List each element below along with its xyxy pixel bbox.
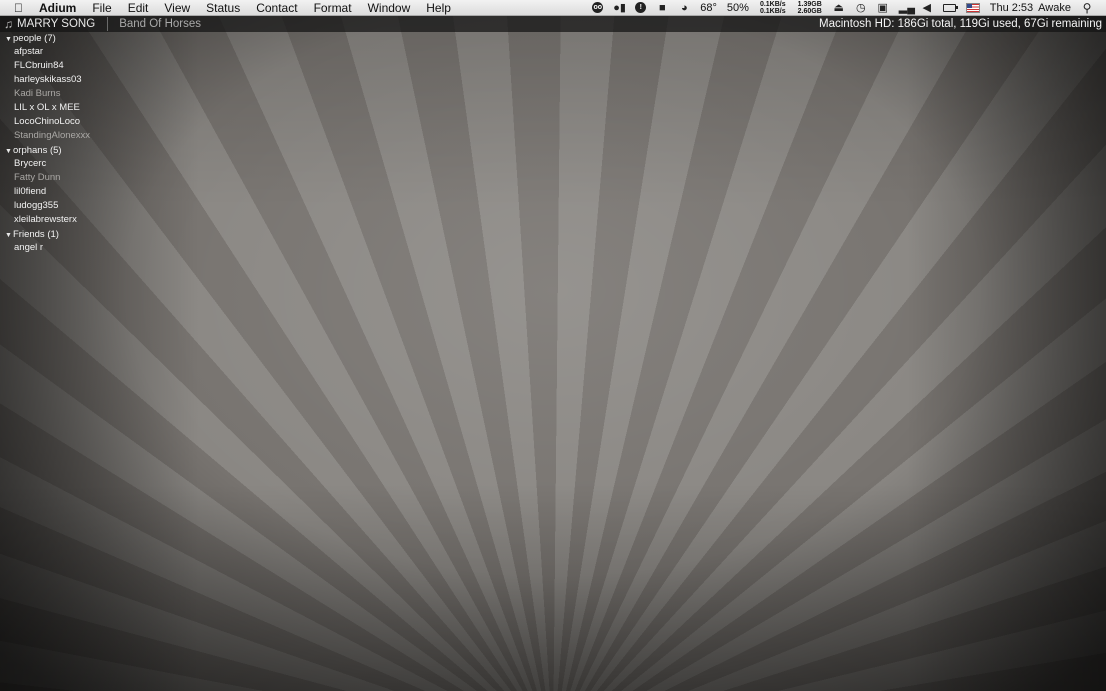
temperature-readout[interactable]: 68° (700, 0, 717, 16)
music-note-icon: ♫ (4, 17, 13, 31)
menu-status[interactable]: Status (198, 0, 248, 16)
now-playing-artist: Band Of Horses (119, 18, 202, 30)
menu-view[interactable]: View (156, 0, 198, 16)
eject-icon[interactable]: ⏏ (833, 0, 845, 16)
contact-item[interactable]: Brycerc (0, 157, 160, 171)
now-playing-divider (107, 17, 109, 31)
disclosure-triangle-icon[interactable]: ▼ (5, 33, 13, 46)
dropbox-icon[interactable]: ■ (656, 0, 668, 16)
network-download: 0.1KB/s (759, 7, 786, 15)
wifi-signal-icon[interactable]: ▂▄ (899, 0, 915, 16)
menu-window[interactable]: Window (360, 0, 419, 16)
script-menu-icon[interactable]: ▣ (877, 0, 889, 16)
contact-item[interactable]: angel r (0, 241, 160, 255)
battery-icon[interactable] (942, 0, 958, 16)
menu-help[interactable]: Help (418, 0, 459, 16)
contact-item-offline[interactable]: StandingAlonexxx (0, 129, 160, 143)
apple-menu-icon[interactable]:  (14, 0, 31, 16)
menu-format[interactable]: Format (306, 0, 360, 16)
contact-list: ▼people (7) afpstar FLCbruin84 harleyski… (0, 32, 160, 256)
disclosure-triangle-icon[interactable]: ▼ (5, 229, 13, 242)
contact-item[interactable]: afpstar (0, 45, 160, 59)
contact-item[interactable]: harleyskikass03 (0, 73, 160, 87)
alert-icon[interactable]: ! (635, 0, 647, 16)
menu-extras: oo ●▮ ! ■ ◕ 68° 50% 0.1KB/s 0.1KB/s 1.39… (587, 0, 1106, 16)
menu-bar-left:  Adium File Edit View Status Contact Fo… (0, 0, 459, 16)
cpu-readout[interactable]: 50% (727, 0, 749, 16)
time-machine-icon[interactable]: ◷ (855, 0, 867, 16)
desktop-wallpaper (0, 0, 1106, 691)
menu-bar:  Adium File Edit View Status Contact Fo… (0, 0, 1106, 16)
contact-group-friends: ▼Friends (1) angel r (0, 228, 160, 255)
disclosure-triangle-icon[interactable]: ▼ (5, 145, 13, 158)
group-header[interactable]: ▼people (7) (0, 32, 160, 45)
memory-free: 2.60GB (797, 7, 822, 15)
app-menu-adium[interactable]: Adium (31, 0, 84, 16)
contact-item[interactable]: LIL x OL x MEE (0, 101, 160, 115)
group-header[interactable]: ▼orphans (5) (0, 144, 160, 157)
spotlight-search-icon[interactable]: ⚲ (1081, 0, 1093, 16)
bluetooth-audio-icon[interactable]: ●▮ (613, 0, 626, 16)
volume-icon[interactable]: ◀ (921, 0, 933, 16)
contact-group-orphans: ▼orphans (5) Brycerc Fatty Dunn lil0fien… (0, 144, 160, 227)
contact-item[interactable]: ludogg355 (0, 199, 160, 213)
memory-used: 1.39GB (797, 0, 822, 8)
caffeine-status[interactable]: Awake (1038, 0, 1071, 16)
input-source-flag-icon[interactable] (965, 0, 980, 16)
network-upload: 0.1KB/s (759, 0, 786, 8)
memory-readout[interactable]: 1.39GB 2.60GB (798, 1, 822, 15)
contact-item-offline[interactable]: Fatty Dunn (0, 171, 160, 185)
group-label: Friends (1) (13, 229, 59, 240)
clock[interactable]: Thu 2:53 (990, 0, 1033, 16)
adium-status-icon[interactable]: oo (592, 0, 604, 16)
menu-file[interactable]: File (84, 0, 119, 16)
contact-item[interactable]: LocoChinoLoco (0, 115, 160, 129)
now-playing-song: MARRY SONG (17, 18, 96, 30)
contact-item-offline[interactable]: Kadi Burns (0, 87, 160, 101)
contact-item[interactable]: FLCbruin84 (0, 59, 160, 73)
network-speed-readout[interactable]: 0.1KB/s 0.1KB/s (760, 1, 786, 15)
istat-temperature-icon[interactable]: ◕ (678, 0, 690, 16)
group-label: people (7) (13, 33, 56, 44)
info-strip: ♫ MARRY SONG Band Of Horses Macintosh HD… (0, 16, 1106, 32)
disk-usage-info: Macintosh HD: 186Gi total, 119Gi used, 6… (819, 18, 1102, 30)
contact-item[interactable]: lil0fiend (0, 185, 160, 199)
menu-contact[interactable]: Contact (248, 0, 305, 16)
group-label: orphans (5) (13, 145, 62, 156)
contact-item[interactable]: xleilabrewsterx (0, 213, 160, 227)
group-header[interactable]: ▼Friends (1) (0, 228, 160, 241)
contact-group-people: ▼people (7) afpstar FLCbruin84 harleyski… (0, 32, 160, 143)
menu-edit[interactable]: Edit (120, 0, 157, 16)
